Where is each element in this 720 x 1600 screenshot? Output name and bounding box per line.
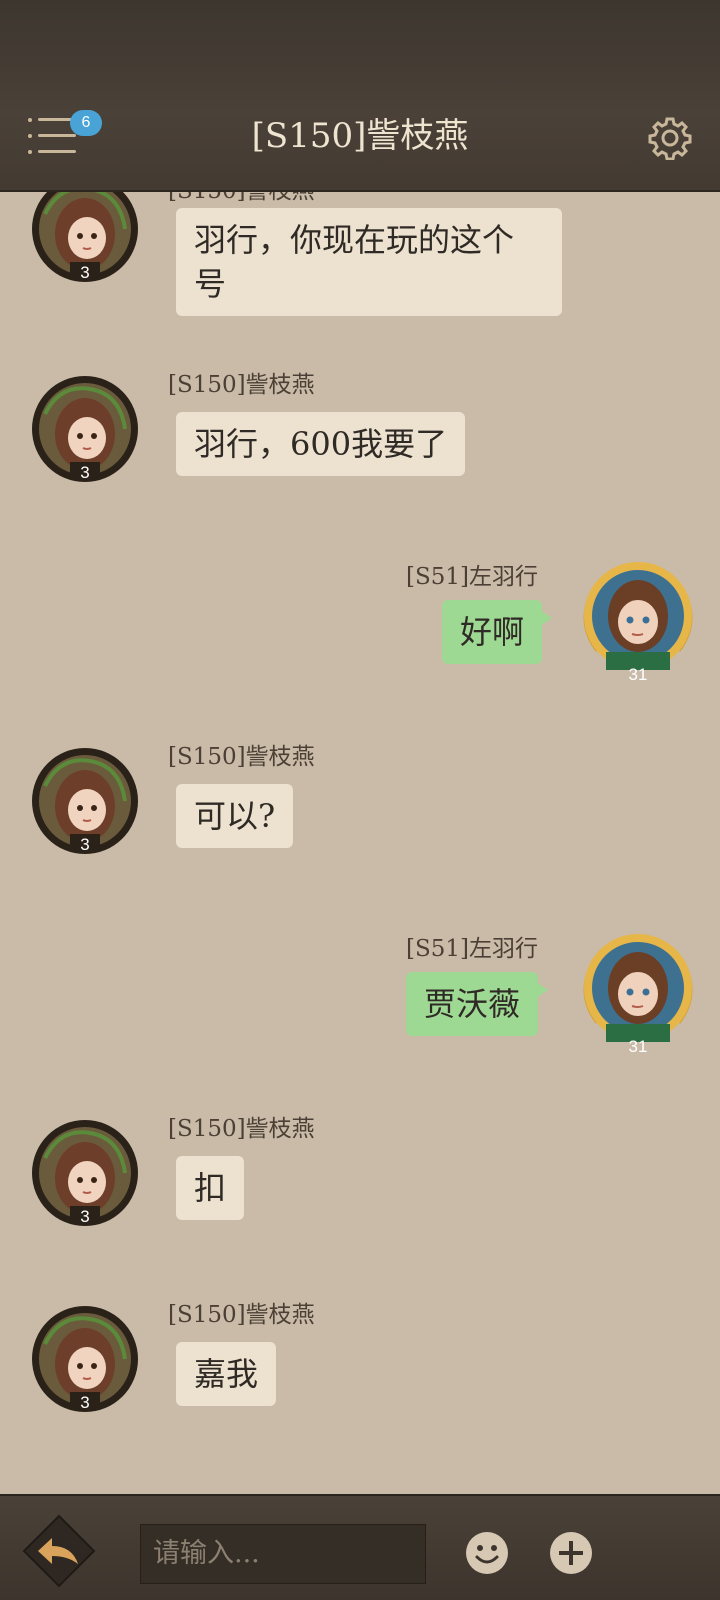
level-label: 3	[80, 1207, 90, 1226]
chat-messages[interactable]: [S150]訾枝燕 羽行，你现在玩的这个号 3 [S150]訾枝燕 羽行，600…	[0, 192, 720, 1494]
message-item: [S51]左羽行 好啊 31	[0, 562, 720, 702]
message-bubble[interactable]: 嘉我	[176, 1342, 277, 1406]
avatar[interactable]	[576, 928, 700, 1052]
level-label: 3	[80, 1393, 90, 1412]
level-label: 3	[80, 463, 90, 482]
message-input[interactable]: 请输入...	[140, 1524, 426, 1584]
sender-name: [S51]左羽行	[406, 936, 538, 962]
sender-name: [S150]訾枝燕	[168, 1302, 315, 1328]
level-label: 31	[628, 1037, 648, 1056]
gear-icon[interactable]	[648, 116, 692, 160]
level-label: 3	[80, 835, 90, 854]
message-bubble[interactable]: 扣	[176, 1156, 245, 1220]
sender-name: [S51]左羽行	[406, 564, 538, 590]
message-bubble[interactable]: 好啊	[442, 600, 553, 664]
message-bubble[interactable]: 贾沃薇	[406, 972, 549, 1036]
message-item: [S150]訾枝燕 羽行，600我要了 3	[0, 370, 720, 510]
chat-header: 6 [S150]訾枝燕	[0, 0, 720, 192]
message-item: [S150]訾枝燕 羽行，你现在玩的这个号 3	[0, 192, 720, 332]
message-item: [S51]左羽行 贾沃薇 31	[0, 934, 720, 1074]
level-label: 31	[628, 665, 648, 684]
sender-name: [S150]訾枝燕	[168, 372, 315, 398]
message-bubble[interactable]: 羽行，600我要了	[176, 412, 466, 476]
smiley-icon[interactable]	[464, 1530, 510, 1576]
message-item: [S150]訾枝燕 嘉我 3	[0, 1300, 720, 1440]
unread-badge: 6	[70, 110, 102, 136]
message-bubble[interactable]: 可以?	[176, 784, 294, 848]
sender-name: [S150]訾枝燕	[168, 744, 315, 770]
input-bar: 请输入...	[0, 1494, 720, 1600]
sender-name: [S150]訾枝燕	[168, 192, 315, 206]
message-bubble[interactable]: 羽行，你现在玩的这个号	[176, 208, 562, 316]
menu-icon	[28, 118, 32, 122]
plus-icon[interactable]	[548, 1530, 594, 1576]
avatar[interactable]	[576, 556, 700, 680]
sender-name: [S150]訾枝燕	[168, 1116, 315, 1142]
message-item: [S150]訾枝燕 可以? 3	[0, 742, 720, 882]
chat-title: [S150]訾枝燕	[251, 116, 469, 156]
back-arrow-icon[interactable]	[22, 1514, 96, 1588]
level-label: 3	[80, 263, 90, 282]
message-item: [S150]訾枝燕 扣 3	[0, 1114, 720, 1254]
